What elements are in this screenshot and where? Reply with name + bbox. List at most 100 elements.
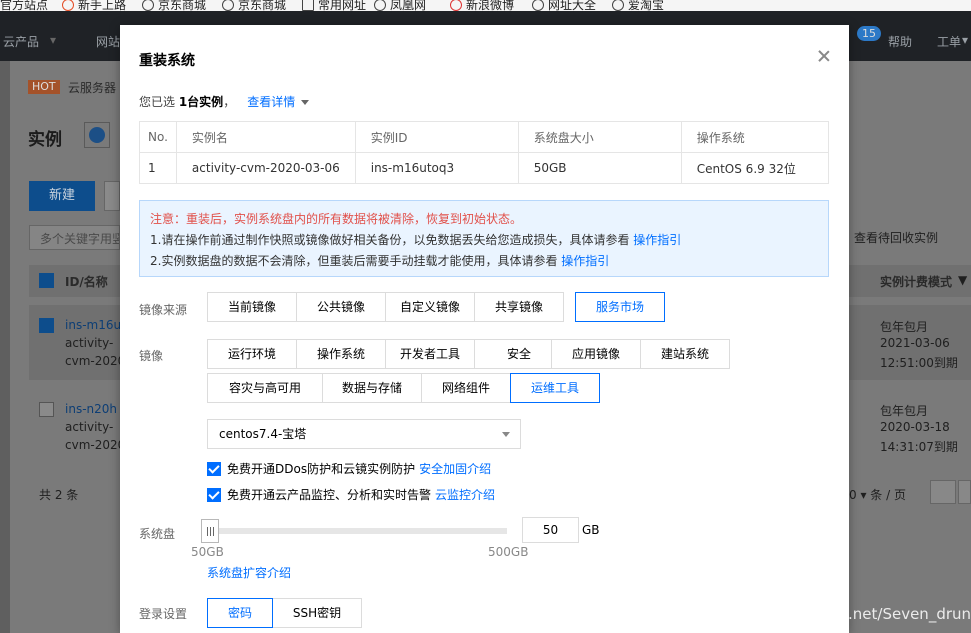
- guide-link[interactable]: 操作指引: [561, 254, 609, 268]
- row-checkbox[interactable]: [39, 318, 54, 333]
- billing-expire: 14:31:07到期: [880, 440, 958, 454]
- row-checkbox[interactable]: [39, 402, 54, 417]
- nav-website[interactable]: 网站: [96, 33, 120, 50]
- category-data-storage[interactable]: 数据与存储: [322, 373, 422, 403]
- selected-suffix: ，: [223, 95, 236, 109]
- category-runtime[interactable]: 运行环境: [207, 339, 297, 369]
- billing-mode: 包年包月: [880, 320, 929, 334]
- table-header-row: No. 实例名 实例ID 系统盘大小 操作系统: [139, 121, 830, 153]
- column-header: No.: [139, 121, 177, 153]
- secondary-button[interactable]: [104, 181, 120, 211]
- disk-max-label: 500GB: [488, 545, 529, 559]
- filter-icon[interactable]: ▼: [958, 273, 967, 287]
- bookmark-item[interactable]: 新手上路: [62, 0, 126, 11]
- bookmark-item[interactable]: 常用网址: [302, 0, 366, 11]
- tab-shared-image[interactable]: 共享镜像: [474, 292, 564, 322]
- tab-current-image[interactable]: 当前镜像: [207, 292, 297, 322]
- selected-count: 1台实例: [178, 95, 224, 109]
- monitoring-checkbox[interactable]: [207, 487, 221, 502]
- login-ssh-key-option[interactable]: SSH密钥: [272, 598, 362, 628]
- notification-badge[interactable]: 15: [857, 26, 881, 41]
- category-network[interactable]: 网络组件: [421, 373, 511, 403]
- select-all-checkbox[interactable]: [39, 273, 54, 288]
- bookmark-item[interactable]: 爱淘宝: [612, 0, 664, 11]
- region-selector[interactable]: [84, 122, 110, 148]
- bookmark-label: 京东商城: [158, 0, 207, 11]
- folder-icon: [302, 0, 314, 11]
- selected-summary: 您已选 1台实例， 查看详情: [139, 93, 310, 110]
- cloud-monitor-link[interactable]: 云监控介绍: [435, 486, 495, 503]
- ddos-checkbox[interactable]: [207, 461, 221, 476]
- billing-date: 2021-03-06: [880, 336, 950, 350]
- view-details-link[interactable]: 查看详情: [247, 95, 310, 109]
- bookmark-item[interactable]: 网址大全: [532, 0, 596, 11]
- close-icon[interactable]: [817, 49, 831, 63]
- warning-text: 2.实例数据盘的数据不会清除，但重装后需要手动挂载才能使用，具体请参看: [150, 254, 562, 268]
- bookmark-item[interactable]: 新浪微博: [450, 0, 514, 11]
- table-cell: ins-m16utoq3: [354, 152, 519, 184]
- bookmark-label: 官方站点: [0, 0, 49, 11]
- instance-name: cvm-2020: [65, 354, 126, 368]
- tab-marketplace[interactable]: 服务市场: [575, 292, 665, 322]
- billing-mode: 包年包月: [880, 404, 929, 418]
- tab-public-image[interactable]: 公共镜像: [296, 292, 386, 322]
- bookmark-item[interactable]: 京东商城: [222, 0, 286, 11]
- bookmark-label: 凤凰网: [390, 0, 427, 11]
- guide-link[interactable]: 操作指引: [633, 233, 681, 247]
- chevron-down-icon[interactable]: ▾: [962, 33, 968, 47]
- per-page-selector[interactable]: 0 ▾ 条 / 页: [849, 486, 906, 503]
- disk-size-slider-handle[interactable]: [201, 519, 219, 543]
- firefox-icon: [62, 0, 74, 11]
- instance-name: activity-: [65, 420, 114, 434]
- billing-date: 2020-03-18: [880, 420, 950, 434]
- search-input[interactable]: 多个关键字用竖: [29, 225, 120, 250]
- new-instance-button[interactable]: 新建: [29, 181, 95, 211]
- tab-custom-image[interactable]: 自定义镜像: [385, 292, 475, 322]
- login-settings-label: 登录设置: [139, 607, 188, 621]
- category-ops-tools[interactable]: 运维工具: [510, 373, 600, 403]
- bookmark-item[interactable]: 京东商城: [142, 0, 206, 11]
- table-cell: activity-cvm-2020-03-06: [175, 152, 356, 184]
- bookmark-item[interactable]: 凤凰网: [374, 0, 426, 11]
- globe-icon: [612, 0, 624, 11]
- image-label: 镜像: [139, 349, 164, 363]
- security-hardening-link[interactable]: 安全加固介绍: [419, 460, 491, 477]
- recycle-link[interactable]: 查看待回收实例: [854, 229, 938, 246]
- bookmarks-bar: 官方站点 新手上路 京东商城 京东商城 常用网址 凤凰网 新浪微博 网址大全 爱…: [0, 0, 971, 11]
- page-title: 实例: [28, 130, 62, 150]
- instance-id-link[interactable]: ins-n20h: [65, 402, 117, 416]
- category-dev-tools[interactable]: 开发者工具: [385, 339, 475, 369]
- bookmark-label: 新手上路: [78, 0, 127, 11]
- table-cell: CentOS 6.9 32位: [680, 152, 830, 184]
- weibo-icon: [450, 0, 462, 11]
- chevron-down-icon: [301, 100, 310, 105]
- bookmark-label: 新浪微博: [466, 0, 515, 11]
- ddos-label: 免费开通DDos防护和云镜实例防护: [227, 462, 416, 476]
- nav-ticket[interactable]: 工单: [937, 33, 961, 50]
- category-site-builder[interactable]: 建站系统: [640, 339, 730, 369]
- image-select[interactable]: centos7.4-宝塔: [207, 419, 521, 449]
- hot-badge: HOT: [28, 80, 60, 94]
- image-select-value: centos7.4-宝塔: [219, 427, 307, 441]
- category-disaster-recovery[interactable]: 容灾与高可用: [207, 373, 323, 403]
- category-os[interactable]: 操作系统: [296, 339, 386, 369]
- prev-page-button[interactable]: [958, 480, 971, 504]
- table-cell: 50GB: [517, 152, 682, 184]
- bookmark-label: 网址大全: [548, 0, 597, 11]
- instance-name: activity-: [65, 336, 114, 350]
- bookmark-item[interactable]: 官方站点: [0, 0, 48, 11]
- disk-expand-link[interactable]: 系统盘扩容介绍: [207, 564, 291, 581]
- category-app-image[interactable]: 应用镜像: [551, 339, 641, 369]
- nav-help[interactable]: 帮助: [888, 33, 912, 50]
- disk-size-input[interactable]: 50: [522, 517, 579, 543]
- login-password-option[interactable]: 密码: [207, 598, 273, 628]
- table-cell: 1: [139, 152, 177, 184]
- globe-icon: [374, 0, 386, 11]
- table-row: 1 activity-cvm-2020-03-06 ins-m16utoq3 5…: [139, 152, 830, 184]
- globe-icon: [532, 0, 544, 11]
- first-page-button[interactable]: [930, 480, 956, 504]
- disk-size-slider-track[interactable]: [207, 528, 507, 534]
- nav-products[interactable]: 云产品: [3, 33, 39, 50]
- dialog-title: 重装系统: [139, 53, 195, 69]
- instance-id-link[interactable]: ins-m16u: [65, 318, 121, 332]
